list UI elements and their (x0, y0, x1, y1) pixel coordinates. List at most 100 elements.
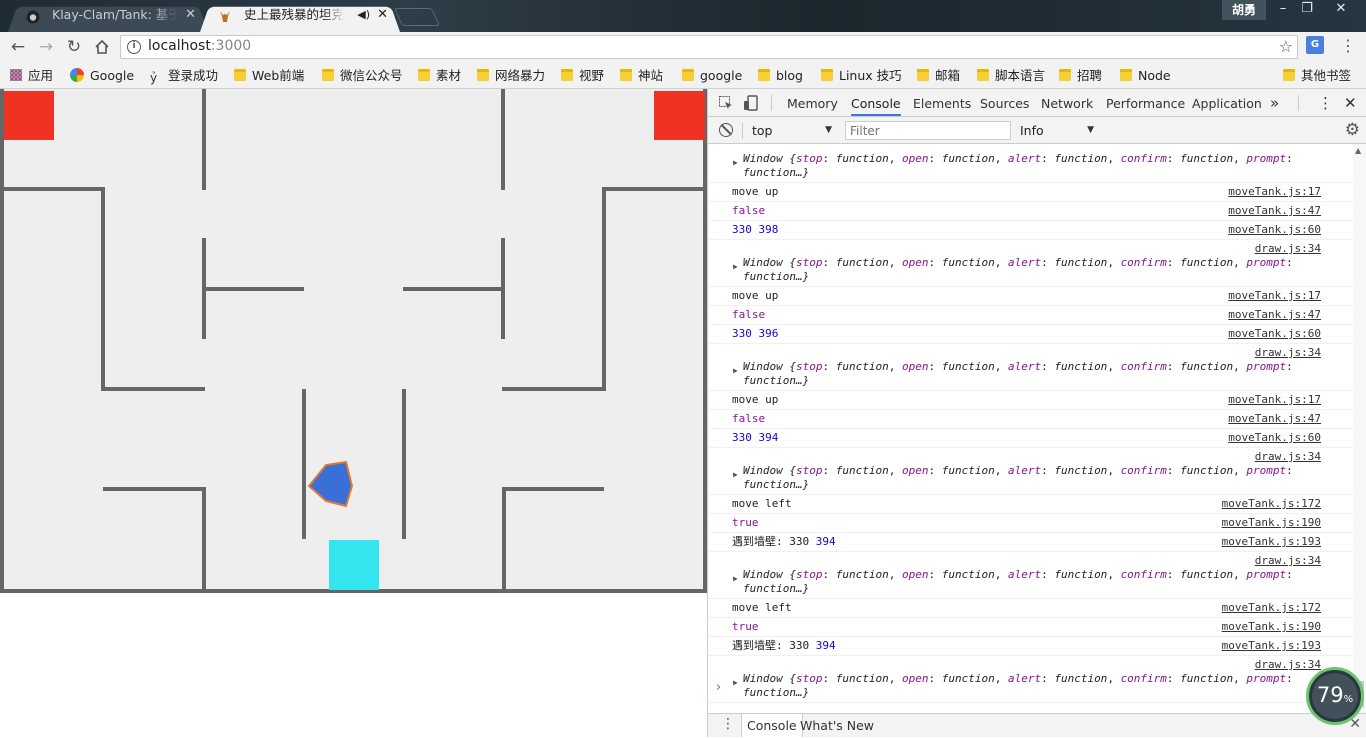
reload-icon[interactable]: ↻ (62, 35, 86, 59)
object-prefix: Window { (743, 152, 796, 165)
expand-triangle-icon[interactable]: ▶ (733, 468, 738, 482)
bookmark-folder-assets[interactable]: 素材 (418, 66, 461, 85)
tab-network[interactable]: Network (1041, 89, 1093, 116)
bookmark-folder-node[interactable]: Node (1120, 66, 1171, 85)
restore-button[interactable]: ❐ (1292, 0, 1322, 20)
source-link[interactable]: moveTank.js:60 (1228, 327, 1321, 341)
tab-performance[interactable]: Performance (1106, 89, 1185, 116)
source-link[interactable]: moveTank.js:17 (1228, 185, 1321, 199)
bookmark-label: blog (776, 68, 803, 83)
value-separator: , (1233, 152, 1247, 165)
bookmark-folder-jobs[interactable]: 招聘 (1059, 66, 1102, 85)
site-info-icon[interactable]: i (127, 40, 141, 54)
source-link[interactable]: moveTank.js:172 (1222, 497, 1321, 511)
source-link[interactable]: draw.js:34 (1255, 450, 1321, 464)
source-link[interactable]: moveTank.js:60 (1228, 223, 1321, 237)
bookmark-star-icon[interactable]: ☆ (1279, 37, 1293, 56)
more-tabs-chevron-icon[interactable]: » (1270, 89, 1279, 116)
console-prompt[interactable]: › (708, 679, 1354, 699)
forward-arrow-icon[interactable]: → (34, 35, 58, 59)
window-object-preview[interactable]: Window {stop: function, open: function, … (743, 256, 1308, 284)
back-arrow-icon[interactable]: ← (6, 35, 30, 59)
source-link[interactable]: moveTank.js:17 (1228, 393, 1321, 407)
mute-audio-icon[interactable]: ◀) (357, 4, 370, 26)
gear-icon[interactable]: ⚙ (1345, 121, 1360, 139)
devtools-menu-icon[interactable]: ⋮ (1318, 89, 1333, 116)
close-devtools-icon[interactable]: ✕ (1344, 89, 1357, 116)
expand-triangle-icon[interactable]: ▶ (733, 364, 738, 378)
window-object-preview[interactable]: Window {stop: function, open: function, … (743, 568, 1308, 596)
source-link[interactable]: draw.js:34 (1255, 658, 1321, 672)
bookmark-folder-wechat[interactable]: 微信公众号 (322, 66, 403, 85)
console-log-entry: ▶ Window {stop: function, open: function,… (708, 552, 1354, 599)
bookmark-folder-violence[interactable]: 网络暴力 (477, 66, 545, 85)
source-link[interactable]: moveTank.js:47 (1228, 204, 1321, 218)
bookmark-login[interactable]: ỷ 登录成功 (150, 66, 218, 85)
browser-menu-icon[interactable]: ⋮ (1340, 36, 1356, 55)
source-link[interactable]: moveTank.js:190 (1222, 516, 1321, 530)
source-link[interactable]: moveTank.js:47 (1228, 308, 1321, 322)
profile-button[interactable]: 胡勇 (1222, 0, 1266, 20)
close-tab-icon[interactable]: ✕ (185, 4, 196, 26)
expand-triangle-icon[interactable]: ▶ (733, 572, 738, 586)
source-link[interactable]: moveTank.js:172 (1222, 601, 1321, 615)
console-output[interactable]: ▶ Window {stop: function, open: function,… (708, 144, 1366, 713)
drawer-tab-whats-new[interactable]: What's New (800, 714, 874, 737)
drawer-menu-icon[interactable]: ⋮ (721, 716, 735, 732)
log-level-select[interactable]: Info ▼ (1020, 122, 1094, 139)
device-toolbar-icon[interactable] (743, 95, 759, 111)
bookmark-folder-google[interactable]: google (682, 66, 742, 85)
bookmark-folder-scripts[interactable]: 脚本语言 (977, 66, 1045, 85)
address-bar[interactable]: i localhost:3000 ☆ (120, 35, 1298, 59)
console-scrollbar[interactable]: ▲ (1353, 144, 1366, 713)
bookmark-apps[interactable]: 应用 (10, 66, 53, 85)
tab-sources[interactable]: Sources (980, 89, 1029, 116)
expand-triangle-icon[interactable]: ▶ (733, 260, 738, 274)
value-separator: , (994, 464, 1008, 477)
close-window-button[interactable]: ✕ (1326, 0, 1356, 20)
game-canvas[interactable] (0, 89, 707, 593)
source-link[interactable]: moveTank.js:60 (1228, 431, 1321, 445)
tab-application[interactable]: Application (1192, 89, 1262, 116)
tab-memory[interactable]: Memory (787, 89, 838, 116)
bookmark-folder-linux[interactable]: Linux 技巧 (821, 66, 902, 85)
enemy-tank-left (4, 91, 54, 140)
source-link[interactable]: draw.js:34 (1255, 346, 1321, 360)
tab-github[interactable]: Klay-Clam/Tank: 基于N ✕ (8, 4, 208, 32)
bookmark-google[interactable]: Google (70, 66, 134, 85)
source-link[interactable]: moveTank.js:193 (1222, 639, 1321, 653)
window-object-preview[interactable]: Window {stop: function, open: function, … (743, 152, 1308, 180)
bookmark-folder-blog[interactable]: blog (758, 66, 803, 85)
drawer-tab-console[interactable]: Console (741, 714, 803, 737)
close-tab-icon[interactable]: ✕ (377, 4, 388, 26)
bookmark-folder-vision[interactable]: 视野 (561, 66, 604, 85)
filter-input[interactable] (845, 121, 1011, 140)
source-link[interactable]: moveTank.js:47 (1228, 412, 1321, 426)
home-icon[interactable] (90, 35, 114, 59)
expand-triangle-icon[interactable]: ▶ (733, 156, 738, 170)
context-select[interactable]: top ▼ (752, 122, 832, 139)
new-tab-button[interactable] (393, 8, 441, 26)
source-link[interactable]: moveTank.js:17 (1228, 289, 1321, 303)
google-translate-icon[interactable]: G (1306, 36, 1324, 54)
scroll-up-arrow-icon[interactable]: ▲ (1355, 146, 1361, 155)
bookmark-folder-web[interactable]: Web前端 (234, 66, 304, 85)
source-link[interactable]: moveTank.js:193 (1222, 535, 1321, 549)
bookmark-folder-mail[interactable]: 邮箱 (917, 66, 960, 85)
source-link[interactable]: draw.js:34 (1255, 554, 1321, 568)
tab-console[interactable]: Console (851, 89, 901, 116)
clear-console-icon[interactable] (719, 123, 733, 137)
source-link[interactable]: draw.js:34 (1255, 242, 1321, 256)
bookmark-folder-other[interactable]: 其他书签 (1283, 66, 1351, 85)
tab-tank-game[interactable]: 史上最残暴的坦克大战 ◀) ✕ (200, 4, 400, 32)
tab-elements[interactable]: Elements (913, 89, 971, 116)
bookmark-folder-sites[interactable]: 神站 (620, 66, 663, 85)
source-link[interactable]: moveTank.js:190 (1222, 620, 1321, 634)
inspect-element-icon[interactable] (718, 95, 734, 111)
window-object-preview[interactable]: Window {stop: function, open: function, … (743, 360, 1308, 388)
bookmark-label: 微信公众号 (340, 68, 403, 83)
title-bar: Klay-Clam/Tank: 基于N ✕ 史上最残暴的坦克大战 ◀) ✕ 胡勇… (0, 0, 1366, 32)
key-separator: : (1286, 360, 1293, 373)
window-object-preview[interactable]: Window {stop: function, open: function, … (743, 464, 1308, 492)
value-separator: , (994, 360, 1008, 373)
